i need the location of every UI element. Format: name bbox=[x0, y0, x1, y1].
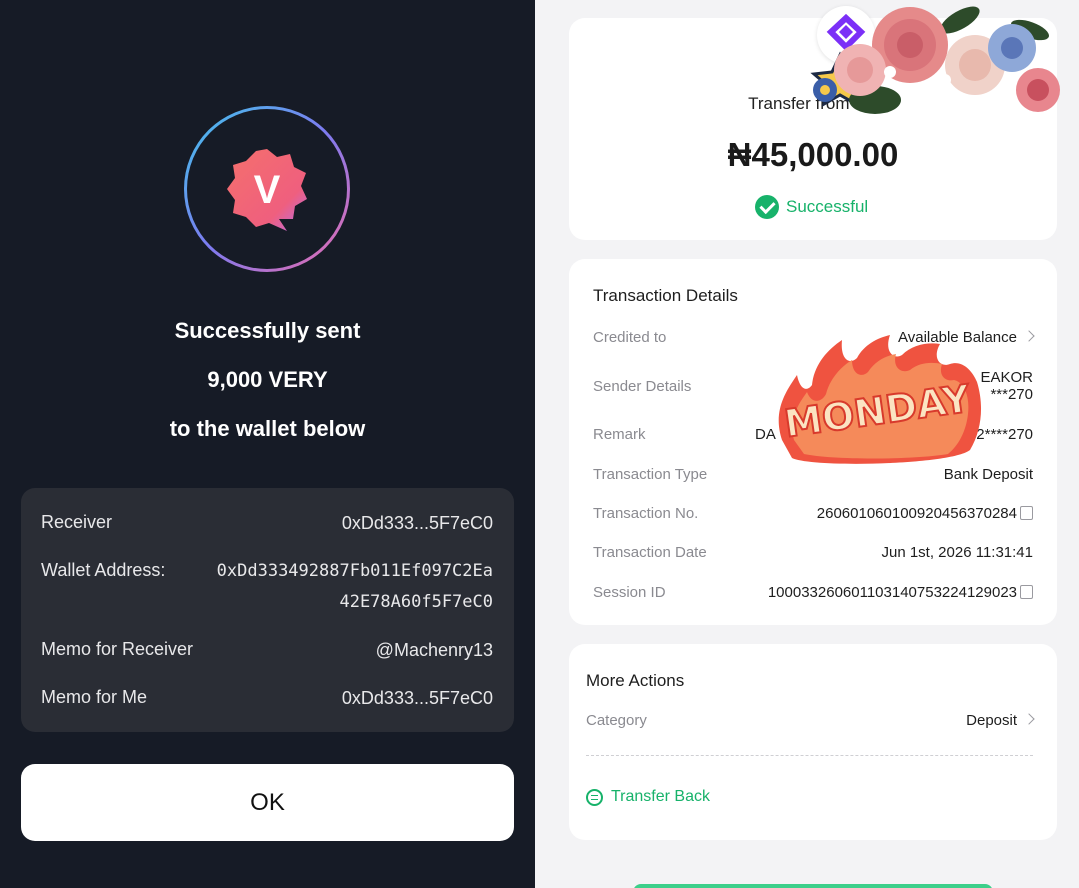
wallet-address-line2: 42E78A60f5F7eC0 bbox=[339, 592, 493, 612]
copy-icon[interactable] bbox=[1020, 585, 1033, 599]
transaction-type-label: Transaction Type bbox=[593, 466, 708, 483]
category-value: Deposit bbox=[966, 712, 1035, 729]
bank-logo-icon bbox=[826, 13, 866, 52]
remark-value-prefix: DA bbox=[755, 426, 776, 443]
session-id-value: 100033260601103140753224129023 bbox=[768, 584, 1033, 601]
transaction-no-value: 260601060100920456370284 bbox=[817, 505, 1033, 522]
wallet-address-value: 0xDd333492887Fb011Ef097C2Ea 42E78A60f5F7… bbox=[217, 556, 493, 618]
category-label: Category bbox=[586, 712, 647, 729]
success-message-line3: to the wallet below bbox=[169, 416, 366, 441]
status-text: Successful bbox=[786, 197, 869, 216]
wallet-address-label: Wallet Address: bbox=[41, 560, 166, 580]
very-logo-icon: V bbox=[227, 149, 307, 231]
divider bbox=[586, 755, 1033, 756]
very-logo-ring: V bbox=[184, 106, 350, 272]
success-message-line1: Successfully sent bbox=[174, 318, 361, 343]
session-id-label: Session ID bbox=[593, 584, 666, 601]
memo-me-value: 0xDd333...5F7eC0 bbox=[341, 688, 493, 708]
status-badge: Successful bbox=[755, 195, 868, 219]
summary-card: Transfer from DA ₦45,000.00 Successful bbox=[569, 6, 1057, 240]
transfer-from-text: Transfer from DA bbox=[748, 94, 878, 113]
memo-receiver-label: Memo for Receiver bbox=[41, 639, 194, 659]
more-actions-title: More Actions bbox=[586, 671, 685, 690]
sender-details-label: Sender Details bbox=[593, 378, 692, 395]
transaction-details-card: Transaction Details Credited to Availabl… bbox=[569, 259, 1057, 625]
remark-label: Remark bbox=[593, 426, 646, 443]
transaction-type-value: Bank Deposit bbox=[943, 466, 1033, 483]
transaction-date-label: Transaction Date bbox=[593, 544, 707, 561]
very-logo-letter: V bbox=[254, 168, 281, 212]
transaction-amount: ₦45,000.00 bbox=[727, 136, 899, 173]
credited-to-value: Available Balance bbox=[898, 329, 1035, 346]
remark-value-suffix: 2****270 bbox=[976, 426, 1033, 443]
memo-receiver-value: @Machenry13 bbox=[375, 640, 493, 660]
transaction-details-title: Transaction Details bbox=[593, 286, 738, 305]
memo-me-label: Memo for Me bbox=[41, 687, 148, 707]
sent-amount: 9,000 VERY bbox=[207, 367, 328, 392]
chevron-right-icon bbox=[1023, 330, 1035, 342]
transaction-date-value: Jun 1st, 2026 11:31:41 bbox=[881, 544, 1033, 561]
copy-icon[interactable] bbox=[1020, 506, 1033, 520]
ok-button[interactable]: OK bbox=[21, 764, 514, 841]
receiver-label: Receiver bbox=[41, 512, 113, 532]
transfer-back-icon bbox=[586, 788, 603, 806]
transfer-details-card: Receiver 0xDd333...5F7eC0 Wallet Address… bbox=[21, 488, 514, 732]
bottom-action-button[interactable] bbox=[633, 884, 993, 888]
transfer-back-button[interactable]: Transfer Back bbox=[586, 788, 710, 806]
chevron-right-icon bbox=[1023, 713, 1035, 725]
check-circle-icon bbox=[755, 195, 779, 219]
transaction-no-label: Transaction No. bbox=[593, 505, 699, 522]
sender-details-value: EAKOR ***270 bbox=[980, 369, 1033, 403]
transaction-receipt-screen: Transfer from DA ₦45,000.00 Successful T… bbox=[535, 0, 1079, 888]
wallet-address-line1: 0xDd333492887Fb011Ef097C2Ea bbox=[216, 561, 493, 581]
receiver-value: 0xDd333...5F7eC0 bbox=[341, 513, 493, 533]
send-confirmation-screen: V Successfully sent 9,000 VERY to the wa… bbox=[0, 0, 535, 888]
bank-logo bbox=[817, 6, 875, 64]
transfer-back-label: Transfer Back bbox=[611, 788, 710, 805]
more-actions-card: More Actions Category Deposit Transfer B… bbox=[569, 644, 1057, 840]
credited-to-label: Credited to bbox=[593, 329, 667, 346]
